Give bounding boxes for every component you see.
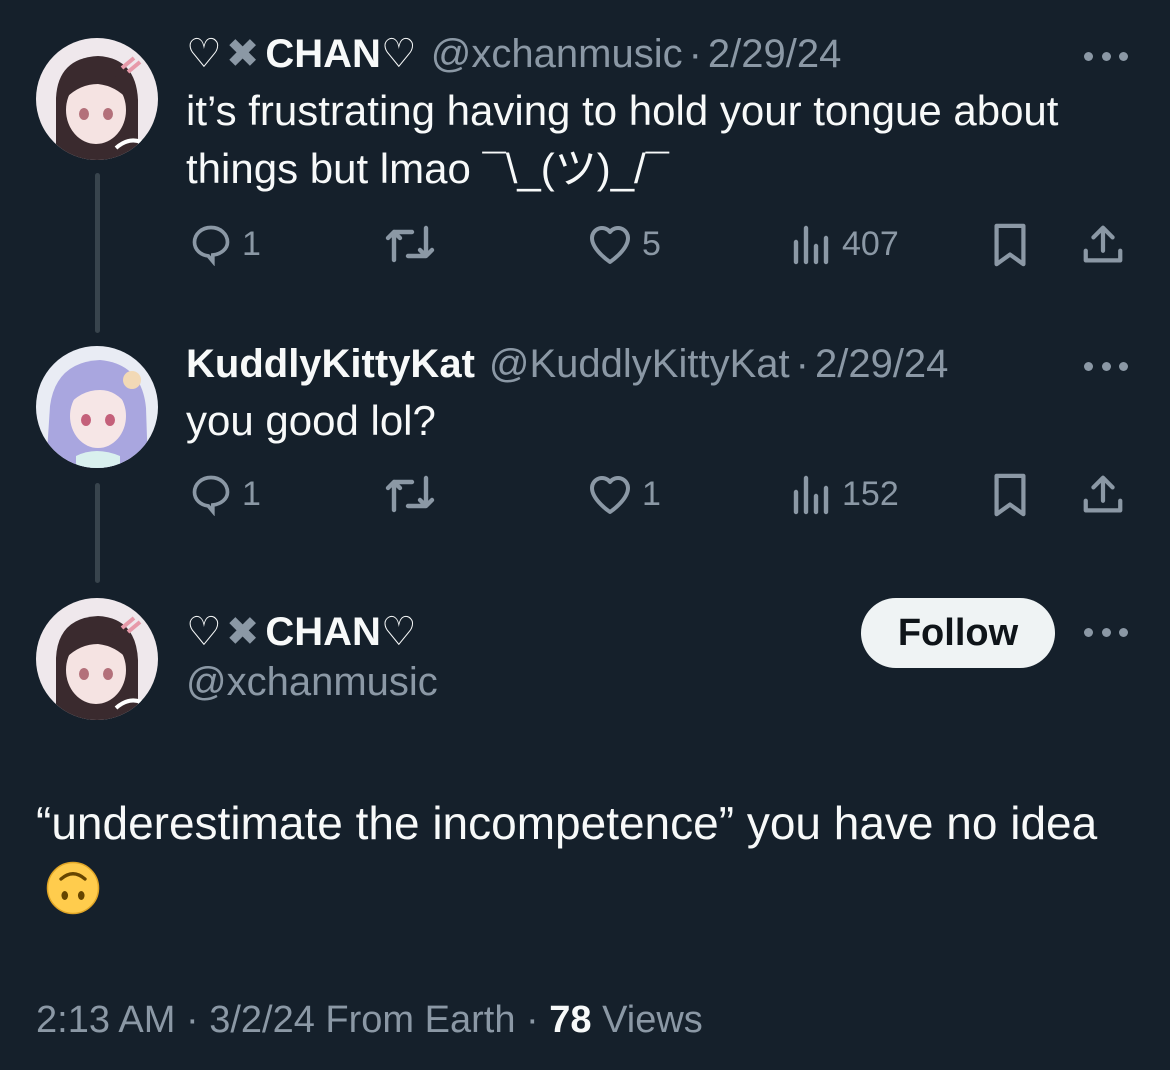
like-button[interactable]: 5 — [586, 222, 661, 266]
tweet-date[interactable]: 2/29/24 — [708, 30, 841, 78]
share-icon — [1083, 225, 1123, 263]
reply-count: 1 — [242, 225, 261, 263]
tweet-header: ♡ ✖ CHAN ♡ @xchanmusic · 2/29/24 — [186, 30, 841, 78]
tweet-date[interactable]: 3/2/24 — [209, 999, 315, 1041]
avatar-image — [36, 38, 158, 160]
avatar-image — [36, 346, 158, 468]
separator: · — [526, 999, 539, 1041]
heart-glyph: ♡ — [380, 32, 417, 76]
x-glyph: ✖ — [225, 610, 260, 654]
separator: · — [688, 32, 702, 76]
upside-down-face-icon — [46, 861, 100, 915]
tweet-meta: 2:13 AM · 3/2/24 From Earth · 78 Views — [36, 994, 703, 1046]
tweet-text: it’s frustrating having to hold your ton… — [186, 87, 1059, 192]
share-button[interactable] — [1080, 472, 1126, 518]
reply-icon — [192, 475, 230, 516]
tweet-header: KuddlyKittyKat @KuddlyKittyKat · 2/29/24 — [186, 340, 948, 388]
display-name[interactable]: KuddlyKittyKat — [186, 340, 475, 388]
x-glyph: ✖ — [225, 32, 260, 76]
main-tweet-name-row: ♡ ✖ CHAN ♡ — [186, 608, 417, 656]
views-icon — [793, 225, 829, 265]
views-count: 152 — [842, 475, 899, 513]
more-icon[interactable] — [1084, 622, 1128, 642]
main-tweet-handle-row: @xchanmusic — [186, 658, 438, 706]
like-button[interactable]: 1 — [586, 472, 661, 516]
separator: · — [185, 999, 199, 1041]
bookmark-icon — [994, 473, 1026, 517]
avatar[interactable] — [36, 346, 158, 468]
bookmark-button[interactable] — [990, 472, 1030, 518]
bookmark-icon — [994, 223, 1026, 267]
views-count: 407 — [842, 225, 899, 263]
like-count: 1 — [642, 475, 661, 513]
more-icon[interactable] — [1084, 46, 1128, 66]
like-count: 5 — [642, 225, 661, 263]
reply-button[interactable]: 1 — [188, 472, 261, 516]
heart-glyph: ♡ — [186, 32, 222, 76]
views-button[interactable]: 407 — [790, 222, 899, 266]
main-tweet-text-content: “underestimate the incompetence” you hav… — [36, 797, 1098, 849]
user-handle[interactable]: @KuddlyKittyKat — [489, 340, 790, 388]
like-icon — [590, 476, 630, 514]
views-button[interactable]: 152 — [790, 472, 899, 516]
bookmark-button[interactable] — [990, 222, 1030, 268]
more-icon[interactable] — [1084, 356, 1128, 376]
reply-count: 1 — [242, 475, 261, 513]
tweet-time[interactable]: 2:13 AM — [36, 999, 175, 1041]
thread-line — [95, 483, 100, 583]
tweet-date[interactable]: 2/29/24 — [815, 340, 948, 388]
tweet-source: From Earth — [325, 999, 516, 1041]
views-count[interactable]: 78 — [549, 999, 591, 1041]
main-tweet-text: “underestimate the incompetence” you hav… — [36, 790, 1136, 922]
share-button[interactable] — [1080, 222, 1126, 268]
user-handle[interactable]: @xchanmusic — [186, 658, 438, 706]
display-name[interactable]: CHAN — [265, 608, 381, 656]
reply-button[interactable]: 1 — [188, 222, 261, 266]
avatar-image — [36, 598, 158, 720]
thread-line — [95, 173, 100, 333]
views-icon — [793, 475, 829, 515]
heart-glyph: ♡ — [186, 610, 222, 654]
avatar[interactable] — [36, 38, 158, 160]
user-handle[interactable]: @xchanmusic — [431, 30, 683, 78]
retweet-icon — [385, 475, 435, 513]
views-label: Views — [602, 999, 703, 1041]
heart-glyph: ♡ — [380, 610, 417, 654]
separator: · — [795, 342, 809, 386]
share-icon — [1083, 475, 1123, 513]
display-name[interactable]: CHAN — [265, 30, 381, 78]
retweet-button[interactable] — [384, 222, 444, 266]
retweet-icon — [385, 225, 435, 263]
follow-button[interactable]: Follow — [861, 598, 1055, 668]
reply-icon — [192, 225, 230, 266]
retweet-button[interactable] — [384, 472, 444, 516]
like-icon — [590, 226, 630, 264]
avatar[interactable] — [36, 598, 158, 720]
tweet-text: you good lol? — [186, 397, 436, 444]
